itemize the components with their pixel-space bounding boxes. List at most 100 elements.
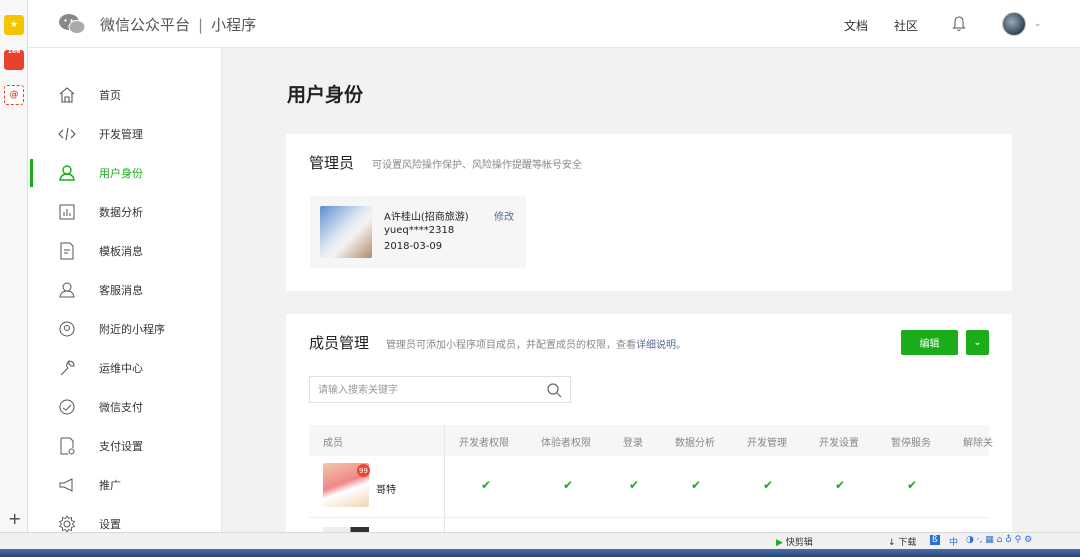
sidebar-item-label: 模板消息 <box>99 244 143 258</box>
sidebar-item-label: 数据分析 <box>99 205 143 219</box>
check-icon: ✔ <box>691 478 702 492</box>
edit-dropdown-button[interactable]: ⌄ <box>966 330 989 355</box>
payment-settings-icon <box>60 437 75 454</box>
browser-side-rail: ★ 166 @ + <box>0 0 28 532</box>
check-icon: ✔ <box>629 478 640 492</box>
weibo-icon[interactable]: 166 <box>4 48 24 70</box>
user-avatar[interactable] <box>1002 12 1026 36</box>
column-header-developer: 开发者权限 <box>459 438 509 449</box>
mail-icon[interactable]: @ <box>4 85 24 105</box>
member-name: 哥特 <box>376 485 396 496</box>
ime-logo-icon[interactable]: ß <box>930 535 940 545</box>
megaphone-icon <box>59 477 73 492</box>
bell-icon[interactable] <box>952 16 966 32</box>
chevron-down-icon[interactable]: ⌄ <box>1034 19 1042 29</box>
sidebar-item-label: 支付设置 <box>99 439 143 453</box>
download-arrow-icon: ↓ <box>888 538 896 548</box>
download-button[interactable]: ↓ 下载 <box>888 535 916 548</box>
chevron-down-icon: ⌄ <box>973 337 982 348</box>
sidebar-item-label: 推广 <box>99 478 121 492</box>
admin-wechat-id: yueq****2318 <box>384 225 455 236</box>
document-icon <box>60 242 74 259</box>
page-title: 用户身份 <box>287 84 364 106</box>
members-card: 成员管理 管理员可添加小程序项目成员，并配置成员的权限，查看详细说明。 编辑 ⌄… <box>286 314 1012 534</box>
sidebar-item-label: 用户身份 <box>99 166 143 180</box>
check-icon: ✔ <box>481 478 492 492</box>
docs-link[interactable]: 文档 <box>844 17 868 34</box>
edit-button[interactable]: 编辑 <box>901 330 958 355</box>
ime-toolbar: ▶ 快剪辑 ↓ 下载 ß 中 ◑ ·, ▦ ⌂ ♁ ⚲ ⚙ <box>0 532 1080 549</box>
sidebar-item-payment-settings[interactable]: 支付设置 <box>28 426 222 465</box>
quick-clip-button[interactable]: ▶ 快剪辑 <box>776 535 813 548</box>
sidebar-item-nearby-miniprogram[interactable]: 附近的小程序 <box>28 309 222 348</box>
check-icon: ✔ <box>907 478 918 492</box>
admin-profile: A许桂山(招商旅游) 修改 yueq****2318 2018-03-09 <box>310 196 526 268</box>
sidebar: 首页 开发管理 用户身份 数据分析 模板消息 客服消息 附近的小程序 运维中心 … <box>28 48 222 533</box>
members-section-title: 成员管理 <box>309 334 370 352</box>
check-icon: ✔ <box>763 478 774 492</box>
sidebar-item-template-message[interactable]: 模板消息 <box>28 231 222 270</box>
admin-date: 2018-03-09 <box>384 241 443 252</box>
search-icon[interactable] <box>546 382 562 398</box>
ime-language-toggle[interactable]: 中 <box>949 535 958 548</box>
admin-section-desc: 可设置风险操作保护、风险操作提醒等帐号安全 <box>372 160 582 171</box>
sidebar-item-dev-management[interactable]: 开发管理 <box>28 114 222 153</box>
column-header-dev-management: 开发管理 <box>747 438 787 449</box>
sidebar-item-promotion[interactable]: 推广 <box>28 465 222 504</box>
admin-name: A许桂山(招商旅游) <box>384 212 469 223</box>
brand-sub: 小程序 <box>211 16 257 34</box>
sidebar-item-label: 附近的小程序 <box>99 322 165 336</box>
code-icon <box>58 127 76 140</box>
search-input[interactable] <box>318 382 538 398</box>
details-link[interactable]: 详细说明。 <box>636 340 686 351</box>
admin-card: 管理员 可设置风险操作保护、风险操作提醒等帐号安全 A许桂山(招商旅游) 修改 … <box>286 134 1012 291</box>
sidebar-item-label: 客服消息 <box>99 283 143 297</box>
column-header-unbind: 解除关 <box>963 438 993 449</box>
sidebar-item-label: 首页 <box>99 88 121 102</box>
weibo-badge: 166 <box>7 48 21 55</box>
sidebar-item-data-analysis[interactable]: 数据分析 <box>28 192 222 231</box>
sidebar-item-wechat-pay[interactable]: 微信支付 <box>28 387 222 426</box>
members-desc-text: 管理员可添加小程序项目成员，并配置成员的权限，查看 <box>386 340 636 351</box>
members-table-header: 成员 开发者权限 体验者权限 登录 数据分析 开发管理 开发设置 暂停服务 解除… <box>309 425 993 456</box>
home-icon <box>59 86 75 103</box>
sidebar-item-label: 开发管理 <box>99 127 143 141</box>
brand-title: 微信公众平台 | 小程序 <box>100 14 256 35</box>
sidebar-item-home[interactable]: 首页 <box>28 75 222 114</box>
gear-icon <box>58 514 76 533</box>
sidebar-item-label: 运维中心 <box>99 361 143 375</box>
add-icon[interactable]: + <box>8 509 21 528</box>
bar-chart-icon <box>59 204 75 219</box>
admin-edit-link[interactable]: 修改 <box>494 208 514 223</box>
customer-service-icon <box>59 282 75 297</box>
app-header: 微信公众平台 | 小程序 文档 社区 ⌄ <box>28 0 1080 48</box>
user-icon <box>59 164 75 181</box>
community-link[interactable]: 社区 <box>894 17 918 34</box>
os-taskbar <box>0 549 1080 557</box>
sidebar-item-customer-service[interactable]: 客服消息 <box>28 270 222 309</box>
column-header-member: 成员 <box>323 438 343 449</box>
location-icon <box>59 321 75 336</box>
table-row: 99 哥特 ✔ ✔ ✔ ✔ ✔ ✔ ✔ <box>309 456 989 518</box>
play-icon: ▶ <box>776 538 783 548</box>
admin-section-title: 管理员 <box>309 154 355 172</box>
check-icon: ✔ <box>563 478 574 492</box>
ime-tool-icons[interactable]: ◑ ·, ▦ ⌂ ♁ ⚲ ⚙ <box>966 535 1032 545</box>
column-header-data-analysis: 数据分析 <box>675 438 715 449</box>
column-header-tester: 体验者权限 <box>541 438 591 449</box>
sidebar-item-user-identity[interactable]: 用户身份 <box>28 153 222 192</box>
column-header-login: 登录 <box>623 438 643 449</box>
wrench-icon <box>60 359 75 375</box>
download-label: 下载 <box>898 538 917 548</box>
admin-avatar <box>320 206 372 258</box>
check-icon: ✔ <box>835 478 846 492</box>
wechat-logo-icon <box>59 14 86 34</box>
pay-icon <box>59 399 75 414</box>
member-search <box>309 376 571 403</box>
favorites-star-icon[interactable]: ★ <box>4 15 24 35</box>
column-header-dev-settings: 开发设置 <box>819 438 859 449</box>
member-badge: 99 <box>357 464 370 477</box>
sidebar-item-ops-center[interactable]: 运维中心 <box>28 348 222 387</box>
brand-main: 微信公众平台 <box>100 16 191 34</box>
members-section-desc: 管理员可添加小程序项目成员，并配置成员的权限，查看详细说明。 <box>386 336 686 351</box>
